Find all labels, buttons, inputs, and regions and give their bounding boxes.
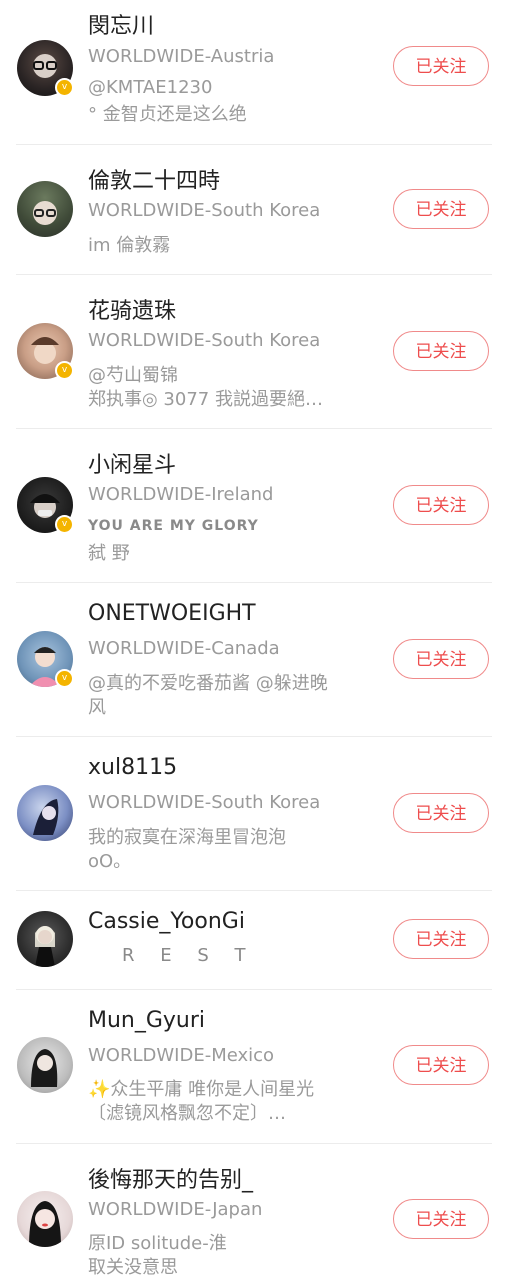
avatar-image xyxy=(33,799,59,835)
user-bio: ° 金智贞还是这么绝 xyxy=(88,104,247,125)
user-bio: 取关没意思 xyxy=(88,1257,178,1278)
user-name[interactable]: Mun_Gyuri xyxy=(88,1008,205,1033)
user-region: WORLDWIDE-Canada xyxy=(88,638,280,659)
user-bio: oO。 xyxy=(88,851,132,872)
user-bio: 郑执事◎ 3077 我説過要絕… xyxy=(88,389,323,410)
avatar[interactable] xyxy=(17,181,73,237)
user-bio: 〔滤镜风格飘忽不定〕… xyxy=(88,1103,286,1124)
user-bio: 原ID solitude-淮 xyxy=(88,1233,227,1254)
user-bio: 我的寂寞在深海里冒泡泡 xyxy=(88,827,286,848)
divider xyxy=(16,582,492,583)
user-region: WORLDWIDE-South Korea xyxy=(88,792,321,813)
user-name[interactable]: 花骑遗珠 xyxy=(88,293,176,325)
user-bio: im 倫敦霧 xyxy=(88,235,171,256)
user-bio: 风 xyxy=(88,697,106,718)
avatar-image xyxy=(31,1049,58,1087)
avatar[interactable] xyxy=(17,1037,73,1093)
user-region: WORLDWIDE-South Korea xyxy=(88,200,321,221)
user-region: WORLDWIDE-South Korea xyxy=(88,330,321,351)
following-button[interactable]: 已关注 xyxy=(393,793,489,833)
divider xyxy=(16,428,492,429)
user-bio: YOU ARE MY GLORY xyxy=(88,518,259,534)
following-button[interactable]: 已关注 xyxy=(393,189,489,229)
avatar[interactable] xyxy=(17,785,73,841)
user-bio: R E S T xyxy=(122,945,256,966)
divider xyxy=(16,989,492,990)
divider xyxy=(16,274,492,275)
verified-badge-icon: v xyxy=(55,515,74,534)
user-name[interactable]: 閔忘川 xyxy=(88,8,154,40)
divider xyxy=(16,144,492,145)
avatar-image xyxy=(33,201,57,225)
following-button[interactable]: 已关注 xyxy=(393,1199,489,1239)
user-name[interactable]: 倫敦二十四時 xyxy=(88,163,220,195)
verified-badge-icon: v xyxy=(55,78,74,97)
user-bio: 弑 野 xyxy=(88,543,130,564)
divider xyxy=(16,1143,492,1144)
user-name[interactable]: xul8115 xyxy=(88,755,177,780)
user-region: WORLDWIDE-Austria xyxy=(88,46,275,67)
verified-badge-icon: v xyxy=(55,361,74,380)
following-button[interactable]: 已关注 xyxy=(393,639,489,679)
user-bio: @真的不爱吃番茄酱 @躲进晚 xyxy=(88,673,328,694)
user-bio: ✨众生平庸 唯你是人间星光 xyxy=(88,1079,315,1100)
user-region: WORLDWIDE-Mexico xyxy=(88,1045,275,1066)
avatar[interactable] xyxy=(17,911,73,967)
following-button[interactable]: 已关注 xyxy=(393,331,489,371)
avatar[interactable] xyxy=(17,1191,73,1247)
following-button[interactable]: 已关注 xyxy=(393,485,489,525)
user-name[interactable]: 小闲星斗 xyxy=(88,447,176,479)
divider xyxy=(16,890,492,891)
following-button[interactable]: 已关注 xyxy=(393,1045,489,1085)
user-name[interactable]: 後悔那天的告别_ xyxy=(88,1162,253,1194)
user-bio: @芍山蜀锦 xyxy=(88,365,178,386)
user-name[interactable]: Cassie_YoonGi xyxy=(88,909,245,934)
user-region: WORLDWIDE-Ireland xyxy=(88,484,274,505)
user-name[interactable]: ONETWOEIGHT xyxy=(88,601,256,626)
divider xyxy=(16,736,492,737)
user-bio: @KMTAE1230 xyxy=(88,77,213,98)
verified-badge-icon: v xyxy=(55,669,74,688)
following-button[interactable]: 已关注 xyxy=(393,46,489,86)
user-region: WORLDWIDE-Japan xyxy=(88,1199,263,1220)
following-button[interactable]: 已关注 xyxy=(393,919,489,959)
avatar-image xyxy=(29,1201,61,1247)
avatar-image xyxy=(35,926,55,967)
